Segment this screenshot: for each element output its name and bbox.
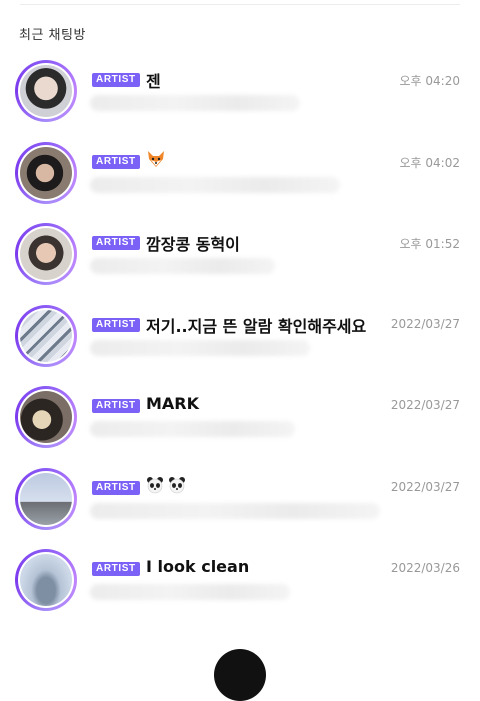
chat-row[interactable]: ARTIST MARK 2022/03/27 xyxy=(0,384,480,466)
avatar[interactable] xyxy=(15,141,77,204)
chat-list: ARTIST 젠 오후 04:20 ARTIST 오후 04:02 ARTIST… xyxy=(0,58,480,629)
artist-avatar-4 xyxy=(20,309,72,362)
artist-badge: ARTIST xyxy=(92,154,140,169)
artist-avatar-2 xyxy=(20,146,72,199)
artist-avatar-7 xyxy=(20,554,72,606)
chat-name xyxy=(146,150,166,169)
artist-avatar-5 xyxy=(20,391,72,443)
chat-name: 저기..지금 뜬 알람 확인해주세요 xyxy=(146,316,367,336)
chat-time: 2022/03/27 xyxy=(390,398,460,412)
artist-badge: ARTIST xyxy=(92,480,140,495)
chat-time: 오후 04:02 xyxy=(399,155,460,170)
chat-row[interactable]: ARTIST I look clean 2022/03/26 xyxy=(0,547,480,629)
avatar[interactable] xyxy=(15,467,77,530)
chat-name xyxy=(146,476,190,495)
chat-row[interactable]: ARTIST 2022/03/27 xyxy=(0,466,480,548)
message-preview-redacted xyxy=(90,421,295,437)
artist-badge: ARTIST xyxy=(92,317,140,332)
message-preview-redacted xyxy=(90,502,380,519)
message-preview-redacted xyxy=(90,95,300,111)
chat-name: 깜장콩 동혁이 xyxy=(146,235,240,254)
chat-time: 2022/03/27 xyxy=(390,479,460,494)
floating-action-button[interactable] xyxy=(214,649,266,701)
artist-badge: ARTIST xyxy=(92,399,140,413)
message-preview-redacted xyxy=(90,176,340,193)
chat-time: 2022/03/27 xyxy=(390,316,460,331)
avatar[interactable] xyxy=(15,304,77,367)
fox-emoji-icon xyxy=(148,150,164,167)
artist-badge: ARTIST xyxy=(92,73,140,87)
chat-name: 젠 xyxy=(146,72,161,91)
avatar[interactable] xyxy=(15,549,77,611)
artist-avatar-3 xyxy=(20,228,72,280)
chat-name: MARK xyxy=(146,394,200,413)
artist-avatar-1 xyxy=(20,65,72,117)
chat-row[interactable]: ARTIST 깜장콩 동혁이 오후 01:52 xyxy=(0,221,480,303)
message-preview-redacted xyxy=(90,584,290,600)
avatar[interactable] xyxy=(15,386,77,448)
message-preview-redacted xyxy=(90,258,275,274)
artist-avatar-6 xyxy=(20,472,72,525)
top-divider xyxy=(20,4,460,5)
chat-time: 오후 04:20 xyxy=(399,74,460,88)
artist-badge: ARTIST xyxy=(92,236,140,250)
section-title: 최근 채팅방 xyxy=(19,28,86,43)
avatar[interactable] xyxy=(15,60,77,122)
chat-time: 오후 01:52 xyxy=(399,237,460,251)
message-preview-redacted xyxy=(90,339,310,356)
chat-row[interactable]: ARTIST 오후 04:02 xyxy=(0,140,480,222)
chat-row[interactable]: ARTIST 저기..지금 뜬 알람 확인해주세요 2022/03/27 xyxy=(0,303,480,385)
chat-name: I look clean xyxy=(146,557,250,576)
chat-time: 2022/03/26 xyxy=(390,561,460,575)
chat-row[interactable]: ARTIST 젠 오후 04:20 xyxy=(0,58,480,140)
panda-emoji-icon xyxy=(147,476,163,493)
artist-badge: ARTIST xyxy=(92,562,140,576)
avatar[interactable] xyxy=(15,223,77,285)
panda-emoji-icon xyxy=(169,476,185,493)
